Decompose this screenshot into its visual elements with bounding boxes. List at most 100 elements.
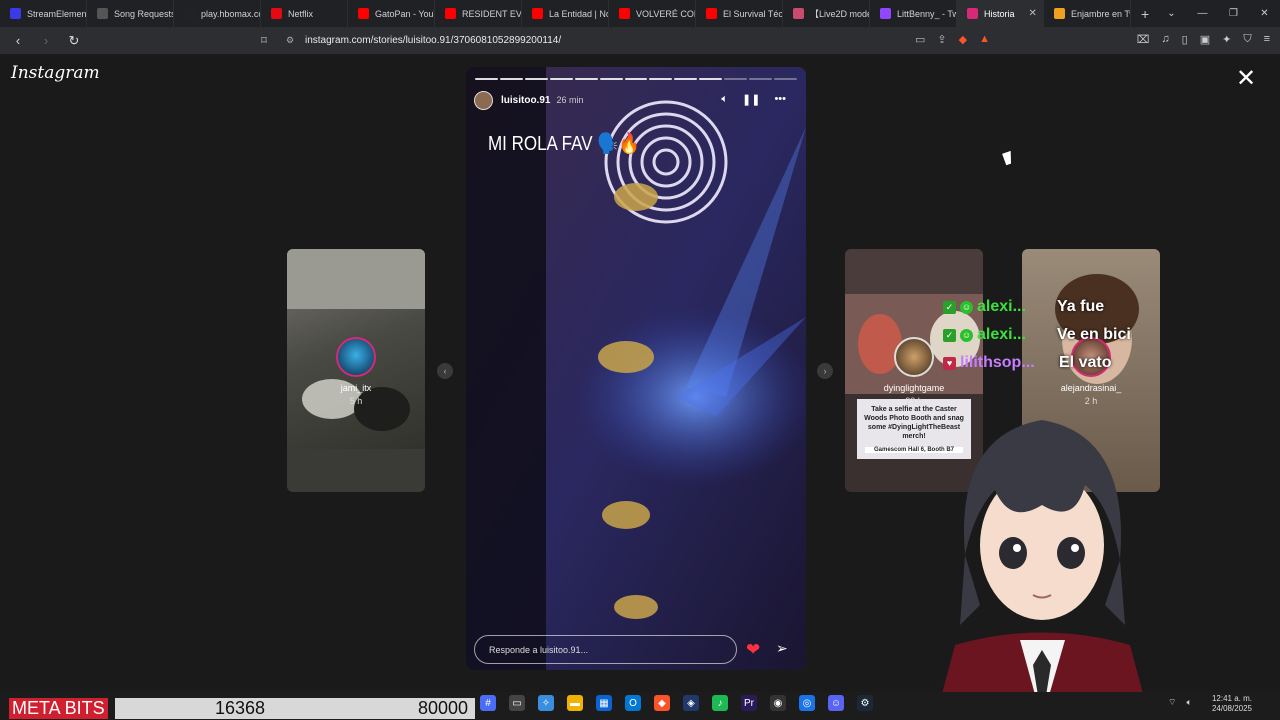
like-heart-icon[interactable]: ❤ <box>746 640 760 660</box>
discord-icon[interactable]: ☺ <box>828 695 844 711</box>
tab-3[interactable]: Netflix <box>261 0 348 27</box>
obs-icon[interactable]: ◉ <box>770 695 786 711</box>
tab-label: 【Live2D model <box>810 9 870 19</box>
tab-4[interactable]: GatoPan - YouT <box>348 0 435 27</box>
tab-7[interactable]: VOLVERÉ CON <box>609 0 696 27</box>
bookmark-icon[interactable]: ⌑ <box>255 34 273 47</box>
more-options-icon[interactable]: ••• <box>774 93 786 106</box>
close-tab-icon[interactable]: ✕ <box>1029 8 1037 19</box>
new-tab-button[interactable]: + <box>1131 6 1159 22</box>
app-icon[interactable]: ◈ <box>683 695 699 711</box>
reload-button[interactable]: ↻ <box>66 33 82 49</box>
back-button[interactable]: ‹ <box>10 33 26 49</box>
vpn-icon[interactable]: ⛉ <box>1243 33 1251 46</box>
crown-icon <box>1054 8 1065 19</box>
tab-label: Song Requests <box>114 8 174 19</box>
restore-button[interactable]: ❐ <box>1218 0 1249 27</box>
gear-icon <box>97 8 108 19</box>
screenshot-icon[interactable]: ⌧ <box>1137 33 1150 46</box>
volume-icon[interactable]: 🔈︎ <box>721 93 728 106</box>
story-username[interactable]: luisitoo.91 <box>501 95 550 106</box>
forward-button[interactable]: › <box>38 33 54 49</box>
youtube-icon <box>706 8 717 19</box>
steam-icon[interactable]: ⚙ <box>857 695 873 711</box>
instagram-logo[interactable]: Instagram <box>11 63 100 83</box>
tab-5[interactable]: RESIDENT EVIL <box>435 0 522 27</box>
store-icon[interactable]: ▦ <box>596 695 612 711</box>
chat-username: lilithsop... <box>960 354 1035 371</box>
avatar[interactable] <box>474 90 493 110</box>
next-story-username-2: alejandrasinai_ <box>1060 383 1122 393</box>
cast-icon[interactable]: ▭ <box>915 33 925 46</box>
wallet-icon[interactable]: ▣ <box>1200 33 1210 46</box>
spotify-icon[interactable]: ♪ <box>712 695 728 711</box>
tab-10[interactable]: LittBenny_ - Tw <box>870 0 957 27</box>
meta-bits-label: META BITS <box>9 698 108 719</box>
chat-message: ♥ lilithsop... El vato <box>943 349 1163 377</box>
progress-segment <box>549 78 573 80</box>
taskbar-clock[interactable]: 12:41 a. m. 24/08/2025 <box>1208 694 1252 714</box>
progress-segment <box>774 78 797 80</box>
concert-photo <box>466 67 806 670</box>
story-progress <box>475 78 797 80</box>
tab-1[interactable]: Song Requests <box>87 0 174 27</box>
tab-8[interactable]: El Survival Técn <box>696 0 783 27</box>
share-icon[interactable]: ⇪ <box>937 33 946 46</box>
close-stories-button[interactable]: ✕ <box>1236 67 1256 91</box>
speaker-icon[interactable]: 🔈︎ <box>1186 697 1191 708</box>
tab-label: RESIDENT EVIL <box>462 8 522 19</box>
tab-label: play.hbomax.co <box>201 8 261 19</box>
address-bar[interactable]: ⌑ ⚙ instagram.com/stories/luisitoo.91/37… <box>255 30 1000 51</box>
reply-input[interactable]: Responde a luisitoo.91... <box>474 635 737 664</box>
progress-segment <box>574 78 598 80</box>
tab-bar: StreamElement Song Requests play.hbomax.co… <box>0 0 1280 27</box>
brave-shields-icon[interactable]: ◆ <box>959 33 967 46</box>
prev-story-button[interactable]: ‹ <box>437 363 453 379</box>
wifi-icon[interactable]: ⌔ <box>1168 697 1176 708</box>
site-info-icon[interactable]: ⚙ <box>281 35 299 46</box>
premiere-icon[interactable]: Pr <box>741 695 757 711</box>
tab-label: GatoPan - YouT <box>375 8 435 19</box>
copilot-icon[interactable]: ✧ <box>538 695 554 711</box>
tab-9[interactable]: 【Live2D model <box>783 0 870 27</box>
file-explorer-icon[interactable]: ▬ <box>567 695 583 711</box>
story-header: luisitoo.91 26 min 🔈︎ ❚❚ ••• <box>474 90 800 110</box>
next-story-username: dyinglightgame <box>883 383 945 393</box>
pause-icon[interactable]: ❚❚ <box>742 93 760 106</box>
streamelements-icon <box>10 8 21 19</box>
brave-icon[interactable]: ◆ <box>654 695 670 711</box>
twitch-icon <box>880 8 891 19</box>
prev-story-card[interactable]: jami_itx 5 h <box>287 249 425 492</box>
leo-ai-icon[interactable]: ✦ <box>1222 33 1231 46</box>
tab-11[interactable]: Historia ✕ <box>957 0 1044 27</box>
progress-segment <box>499 78 523 80</box>
tab-label: Netflix <box>288 8 314 19</box>
minimize-button[interactable]: — <box>1187 0 1218 27</box>
close-window-button[interactable]: ✕ <box>1249 0 1280 27</box>
task-view-icon[interactable]: ▭ <box>509 695 525 711</box>
clock-date: 24/08/2025 <box>1211 704 1252 713</box>
sidebar-icon[interactable]: ▯ <box>1182 33 1188 46</box>
badge-icon: ✓ <box>943 300 956 314</box>
tab-12[interactable]: Enjambre en Tw <box>1044 0 1131 27</box>
live2d-icon <box>793 8 804 19</box>
media-icon[interactable]: ♫ <box>1161 33 1169 46</box>
next-story-button[interactable]: › <box>817 363 833 379</box>
tab-label: Enjambre en Tw <box>1071 8 1131 19</box>
progress-segment <box>724 78 748 80</box>
hashtag-icon[interactable]: # <box>480 695 496 711</box>
outlook-icon[interactable]: O <box>625 695 641 711</box>
chrome-icon[interactable]: ◎ <box>799 695 815 711</box>
chat-message: ✓ ☺ alexi... Ya fue <box>943 293 1163 321</box>
clock-time: 12:41 a. m. <box>1211 694 1252 703</box>
tab-0[interactable]: StreamElement <box>0 0 87 27</box>
send-icon[interactable]: ➢ <box>776 640 788 657</box>
chevron-down-icon[interactable]: ⌄ <box>1156 0 1187 27</box>
menu-icon[interactable]: ≡ <box>1264 33 1270 46</box>
story-viewer[interactable]: luisitoo.91 26 min 🔈︎ ❚❚ ••• MI ROLA FAV… <box>466 67 806 670</box>
badge-icon: ☺ <box>960 300 973 314</box>
tab-2[interactable]: play.hbomax.co <box>174 0 261 27</box>
url-text[interactable]: instagram.com/stories/luisitoo.91/370608… <box>305 35 561 46</box>
tab-6[interactable]: La Entidad | No <box>522 0 609 27</box>
brave-rewards-icon[interactable]: ▲ <box>979 33 990 46</box>
